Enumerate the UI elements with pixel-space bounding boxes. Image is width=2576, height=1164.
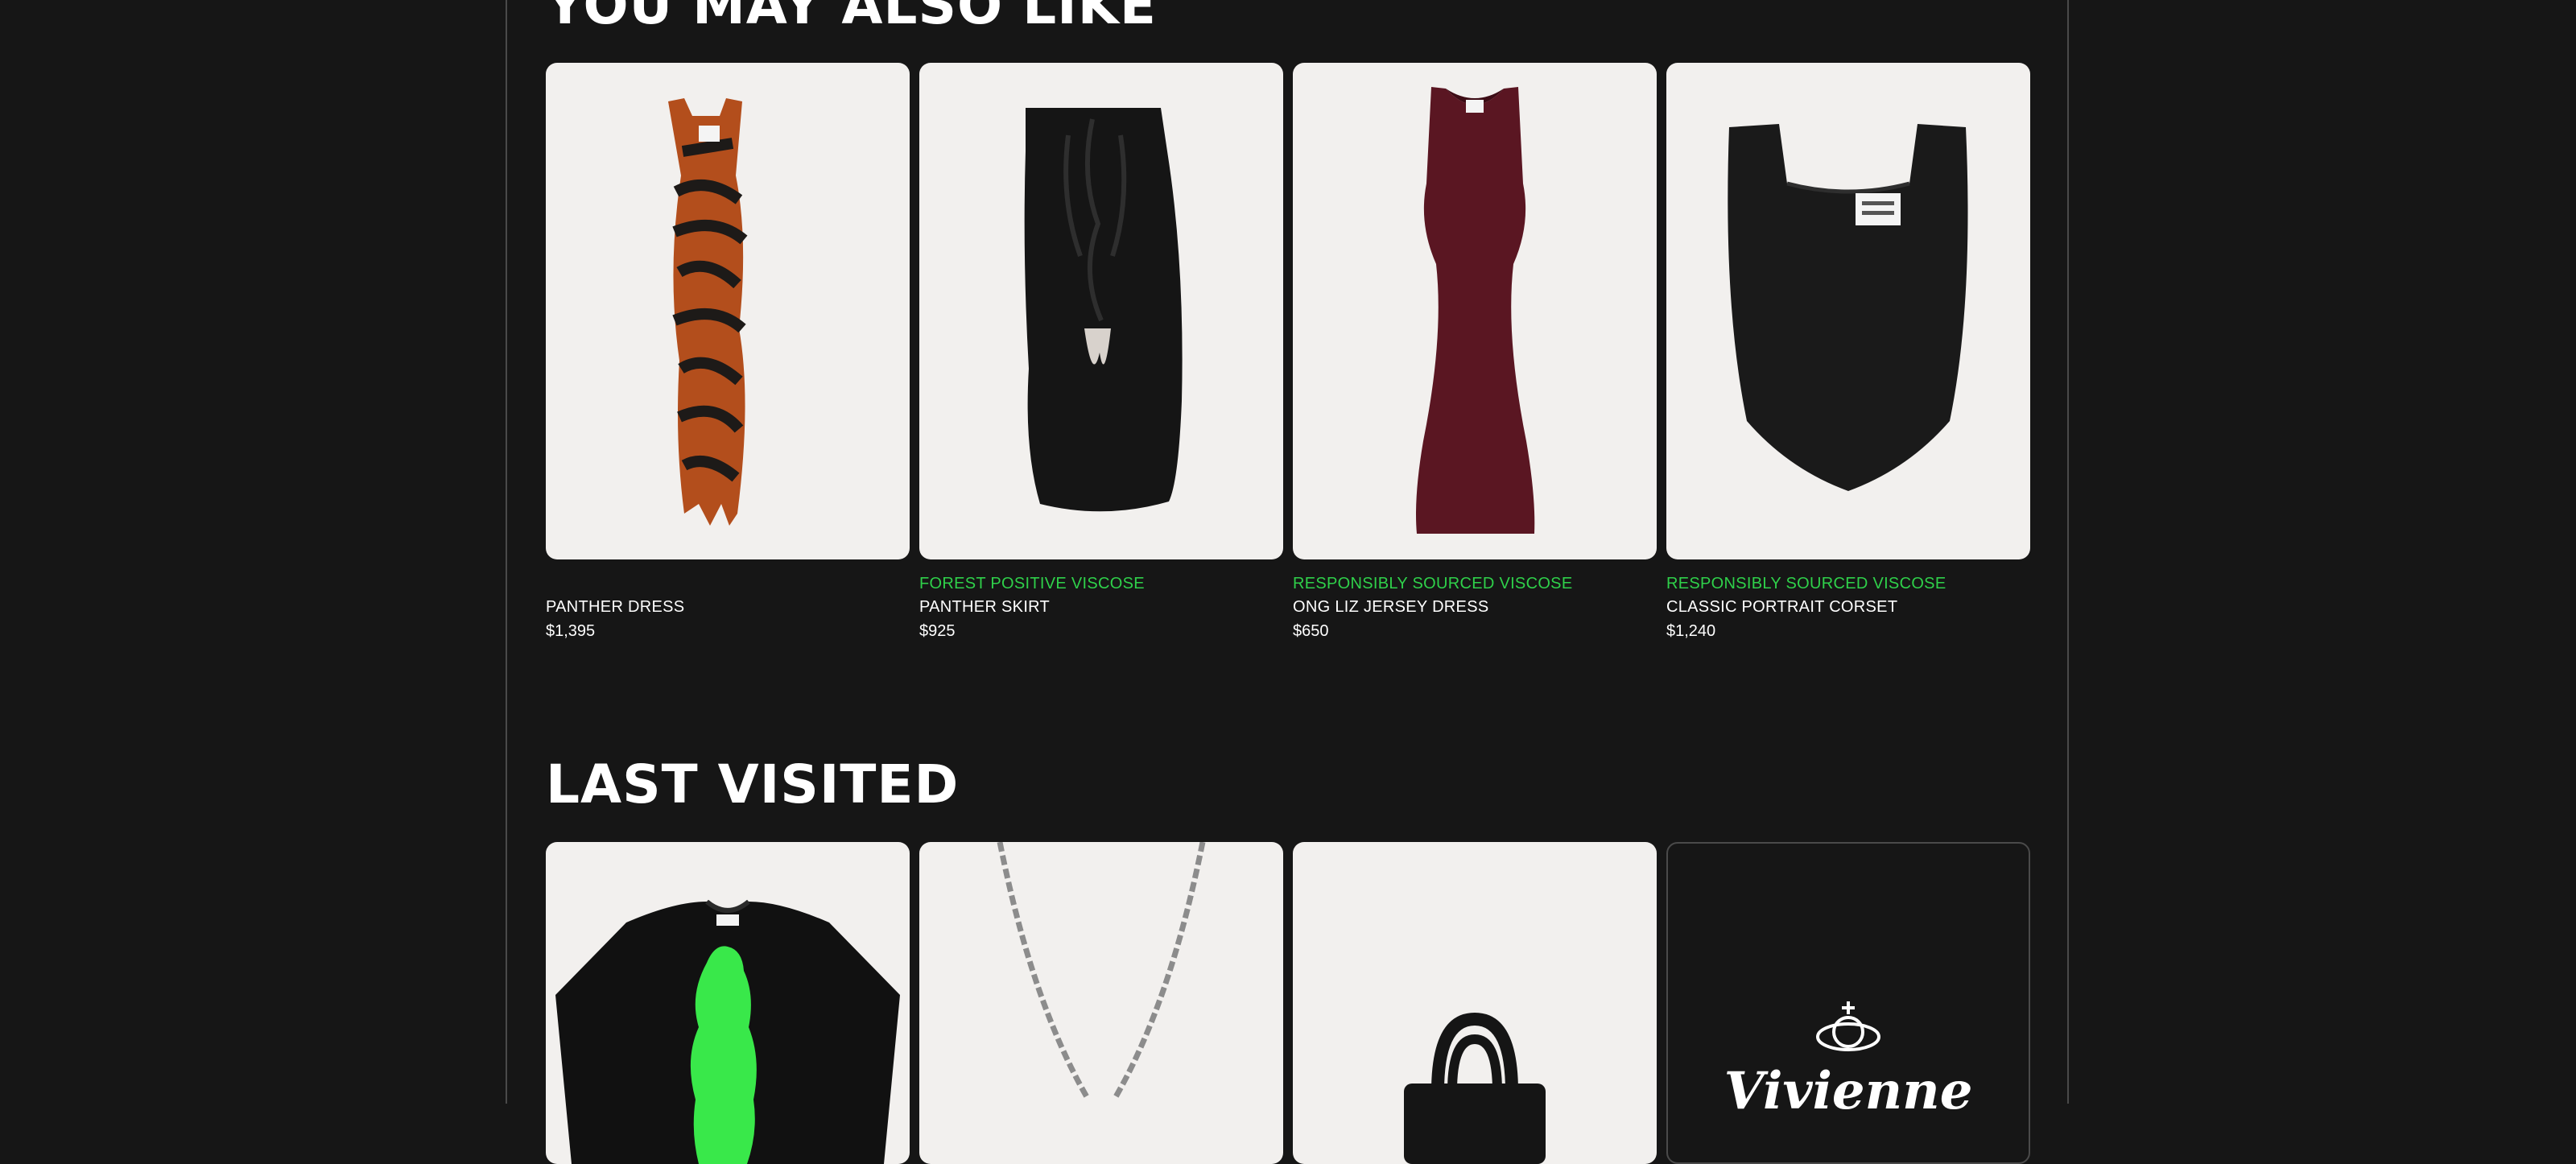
product-image[interactable] [1666, 63, 2030, 559]
last-visited-card-brand[interactable]: Vivienne [1666, 842, 2030, 1164]
product-name[interactable]: PANTHER SKIRT [919, 595, 1283, 619]
product-image[interactable] [919, 63, 1283, 559]
product-name[interactable]: ONG LIZ JERSEY DRESS [1293, 595, 1657, 619]
product-name[interactable]: CLASSIC PORTRAIT CORSET [1666, 595, 2030, 619]
product-image[interactable] [546, 63, 910, 559]
product-image[interactable] [546, 842, 910, 1164]
product-tag: FOREST POSITIVE VISCOSE [919, 575, 1145, 592]
last-visited-card-necklace[interactable] [919, 842, 1283, 1164]
section-title-last-visited: LAST VISITED [546, 753, 960, 815]
recommendations-grid: PANTHER DRESS $1,395 FOREST POSITIVE VIS… [546, 63, 2030, 643]
section-title-you-may-also-like: YOU MAY ALSO LIKE [546, 0, 1157, 36]
product-card-panther-skirt[interactable]: FOREST POSITIVE VISCOSE PANTHER SKIRT $9… [919, 63, 1283, 643]
brand-logo-text: Vivienne [1724, 1061, 1973, 1121]
product-image[interactable] [1293, 63, 1657, 559]
last-visited-card-tshirt[interactable] [546, 842, 910, 1164]
product-name[interactable]: PANTHER DRESS [546, 595, 910, 619]
product-card-ong-liz-jersey-dress[interactable]: RESPONSIBLY SOURCED VISCOSE ONG LIZ JERS… [1293, 63, 1657, 643]
product-tag: RESPONSIBLY SOURCED VISCOSE [1666, 575, 1946, 592]
product-card-classic-portrait-corset[interactable]: RESPONSIBLY SOURCED VISCOSE CLASSIC PORT… [1666, 63, 2030, 643]
product-price: $1,395 [546, 622, 596, 640]
product-price: $1,240 [1666, 622, 1716, 640]
last-visited-card-bag[interactable] [1293, 842, 1657, 1164]
product-price: $650 [1293, 622, 1329, 640]
last-visited-grid: Vivienne [546, 842, 2030, 1164]
product-price: $925 [919, 622, 956, 640]
product-tag [546, 572, 910, 595]
product-image[interactable] [1293, 842, 1657, 1164]
product-image[interactable] [919, 842, 1283, 1164]
product-card-panther-dress[interactable]: PANTHER DRESS $1,395 [546, 63, 910, 643]
brand-logo-tile[interactable]: Vivienne [1666, 842, 2030, 1164]
product-tag: RESPONSIBLY SOURCED VISCOSE [1293, 575, 1573, 592]
